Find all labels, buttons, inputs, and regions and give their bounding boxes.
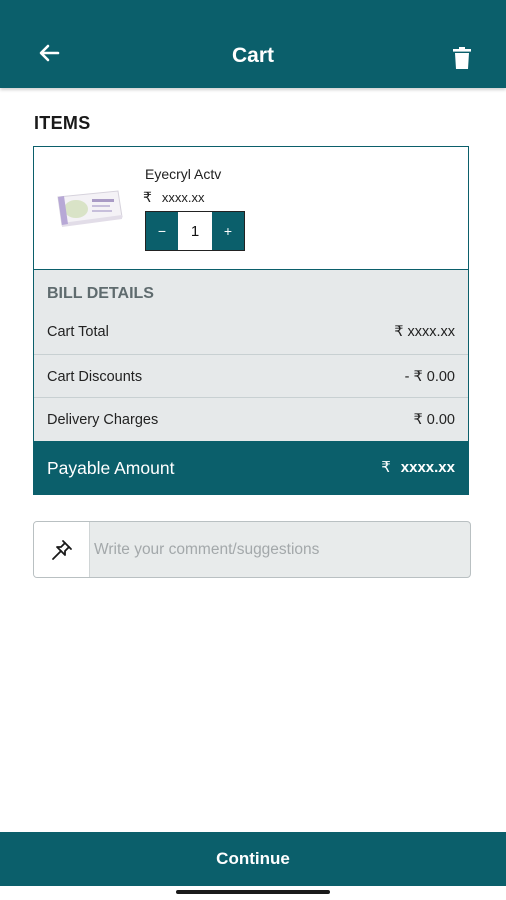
bill-row-label: Cart Total (47, 324, 109, 340)
bill-row-cart-total: Cart Total ₹ xxxx.xx (34, 310, 468, 354)
cart-card: Eyecryl Actv ₹ xxxx.xx − 1 + BILL DETAILS… (33, 146, 469, 495)
bill-row-cart-discounts: Cart Discounts - ₹ 0.00 (34, 354, 468, 398)
bill-row-label: Cart Discounts (47, 369, 143, 385)
currency-symbol: ₹ (143, 189, 152, 205)
app-bar: Cart (0, 0, 506, 88)
increment-button[interactable]: + (212, 212, 244, 250)
payable-amount-bar: Payable Amount ₹ xxxx.xx (34, 441, 468, 495)
decrement-button[interactable]: − (146, 212, 178, 250)
items-section-title: ITEMS (34, 113, 91, 133)
bill-row-delivery-charges: Delivery Charges ₹ 0.00 (34, 397, 468, 441)
bill-row-value: ₹ xxxx.xx (394, 324, 455, 340)
item-name: Eyecryl Actv (145, 166, 222, 182)
bill-row-label: Delivery Charges (47, 412, 159, 428)
payable-amount-number: xxxx.xx (400, 459, 455, 476)
item-price: ₹ xxxx.xx (143, 189, 205, 206)
bill-row-value: ₹ 0.00 (413, 412, 455, 428)
pin-icon-container (34, 522, 90, 577)
currency-symbol: ₹ (381, 459, 391, 476)
trash-icon (453, 47, 471, 69)
continue-button[interactable]: Continue (0, 832, 506, 886)
product-image (57, 190, 123, 227)
payable-amount-value: ₹ xxxx.xx (381, 458, 455, 476)
comment-input[interactable] (90, 522, 468, 577)
item-price-value: xxxx.xx (161, 190, 205, 205)
comment-box (33, 521, 471, 578)
bill-details-title: BILL DETAILS (47, 285, 154, 302)
bill-row-value: - ₹ 0.00 (404, 369, 455, 385)
page-title: Cart (231, 44, 274, 67)
cart-item: Eyecryl Actv ₹ xxxx.xx − 1 + (34, 147, 468, 270)
pin-icon (51, 539, 72, 560)
payable-amount-label: Payable Amount (47, 458, 175, 478)
home-indicator (176, 890, 330, 894)
quantity-stepper: − 1 + (145, 211, 245, 251)
quantity-value: 1 (178, 212, 212, 250)
delete-cart-button[interactable] (451, 46, 473, 70)
bill-details: BILL DETAILS Cart Total ₹ xxxx.xx Cart D… (34, 270, 468, 441)
